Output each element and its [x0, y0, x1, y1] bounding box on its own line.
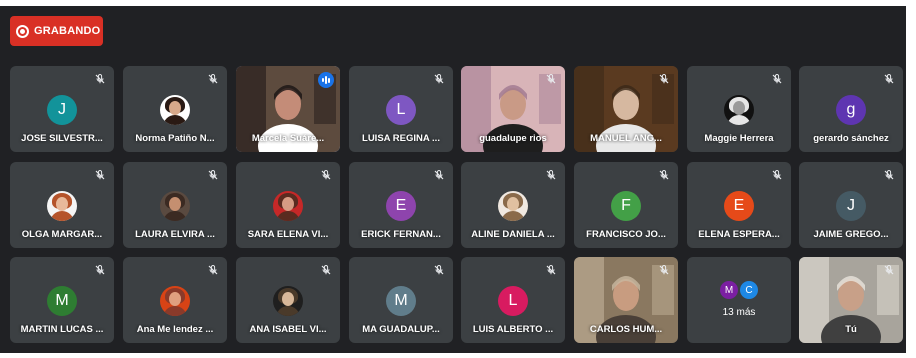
mic-off-icon — [207, 263, 219, 275]
participant-tile[interactable]: guadalupe rios — [461, 66, 565, 152]
mic-off-icon — [94, 263, 106, 275]
participant-tile[interactable]: ALINE DANIELA ... — [461, 162, 565, 248]
avatar-photo — [273, 191, 303, 221]
participant-name: Maggie Herrera — [704, 133, 774, 144]
participant-name: MANUEL ANG... — [590, 133, 662, 144]
avatar: g — [836, 95, 866, 125]
mic-off-icon — [320, 263, 332, 275]
mic-off-icon — [883, 263, 895, 275]
participant-tile[interactable]: J JOSE SILVESTR... — [10, 66, 114, 152]
participant-tile[interactable]: Norma Patiño N... — [123, 66, 227, 152]
avatar-photo — [160, 95, 190, 125]
mic-off-icon — [545, 263, 557, 275]
participant-name: FRANCISCO JO... — [586, 229, 666, 240]
mic-off-icon — [658, 168, 670, 180]
avatar: L — [386, 95, 416, 125]
mic-off-icon — [433, 168, 445, 180]
avatar: J — [47, 95, 77, 125]
mic-off-icon — [545, 168, 557, 180]
mic-off-icon — [658, 72, 670, 84]
avatar: L — [498, 286, 528, 316]
avatar-photo — [160, 191, 190, 221]
participant-tile[interactable]: M MA GUADALUP... — [349, 257, 453, 343]
participant-name: Marcela Suáre... — [251, 133, 325, 144]
mic-off-icon — [320, 168, 332, 180]
mic-off-icon — [94, 168, 106, 180]
avatar: E — [386, 191, 416, 221]
avatar-photo — [47, 191, 77, 221]
mic-off-icon — [545, 72, 557, 84]
participant-name: gerardo sánchez — [813, 133, 889, 144]
participant-name: MARTIN LUCAS ... — [20, 324, 104, 335]
avatar-photo — [273, 286, 303, 316]
participant-tile[interactable]: g gerardo sánchez — [799, 66, 903, 152]
participant-tile[interactable]: CARLOS HUM... — [574, 257, 678, 343]
participant-tile[interactable]: L LUISA REGINA ... — [349, 66, 453, 152]
participant-name: ELENA ESPERA... — [698, 229, 780, 240]
participant-tile[interactable]: Marcela Suáre... — [236, 66, 340, 152]
participant-name: Tú — [845, 324, 857, 335]
avatar: M — [47, 286, 77, 316]
avatar: M — [386, 286, 416, 316]
meeting-stage: GRABANDO J JOSE SILVESTR... Norma Patiño … — [0, 6, 906, 353]
participant-tile[interactable]: M MARTIN LUCAS ... — [10, 257, 114, 343]
participant-tile[interactable]: MANUEL ANG... — [574, 66, 678, 152]
mini-avatar: M — [720, 281, 738, 299]
mini-avatar: C — [740, 281, 758, 299]
participant-tile[interactable]: SARA ELENA VI... — [236, 162, 340, 248]
participant-tile[interactable]: E ERICK FERNAN... — [349, 162, 453, 248]
recording-badge[interactable]: GRABANDO — [10, 16, 103, 46]
participant-tile[interactable]: L LUIS ALBERTO ... — [461, 257, 565, 343]
participant-tile[interactable]: Maggie Herrera — [687, 66, 791, 152]
participant-name: LAURA ELVIRA ... — [135, 229, 215, 240]
participant-tile[interactable]: Tú — [799, 257, 903, 343]
participant-tile[interactable]: J JAIME GREGO... — [799, 162, 903, 248]
avatar-photo — [724, 95, 754, 125]
mic-off-icon — [433, 263, 445, 275]
participant-name: MA GUADALUP... — [362, 324, 440, 335]
participant-name: SARA ELENA VI... — [247, 229, 329, 240]
mic-off-icon — [771, 168, 783, 180]
participant-name: ANA ISABEL VI... — [249, 324, 327, 335]
record-icon — [16, 24, 29, 38]
participant-tile[interactable]: LAURA ELVIRA ... — [123, 162, 227, 248]
participant-name: LUIS ALBERTO ... — [472, 324, 554, 335]
participant-name: ERICK FERNAN... — [361, 229, 441, 240]
participant-name: guadalupe rios — [479, 133, 547, 144]
mic-off-icon — [207, 72, 219, 84]
participant-name: Ana Me lendez ... — [136, 324, 214, 335]
mic-off-icon — [883, 72, 895, 84]
participant-name: OLGA MARGAR... — [21, 229, 103, 240]
participant-name: Norma Patiño N... — [135, 133, 215, 144]
more-participants-tile[interactable]: M C 13 más — [687, 257, 791, 343]
participant-tile[interactable]: Ana Me lendez ... — [123, 257, 227, 343]
more-avatars: MC — [687, 281, 791, 299]
participant-tile[interactable]: F FRANCISCO JO... — [574, 162, 678, 248]
mic-off-icon — [433, 72, 445, 84]
avatar: E — [724, 191, 754, 221]
mic-off-icon — [883, 168, 895, 180]
participant-name: JAIME GREGO... — [813, 229, 889, 240]
mic-off-icon — [94, 72, 106, 84]
avatar: F — [611, 191, 641, 221]
participant-name: JOSE SILVESTR... — [21, 133, 103, 144]
participant-name: CARLOS HUM... — [589, 324, 663, 335]
participant-tile[interactable]: E ELENA ESPERA... — [687, 162, 791, 248]
more-count-label: 13 más — [722, 307, 756, 318]
avatar-photo — [498, 191, 528, 221]
avatar-photo — [160, 286, 190, 316]
speaking-indicator-icon — [318, 72, 334, 88]
mic-off-icon — [207, 168, 219, 180]
avatar: J — [836, 191, 866, 221]
participant-tile[interactable]: ANA ISABEL VI... — [236, 257, 340, 343]
mic-off-icon — [658, 263, 670, 275]
mic-off-icon — [771, 72, 783, 84]
participant-name: LUISA REGINA ... — [362, 133, 440, 144]
recording-label: GRABANDO — [34, 25, 101, 37]
participant-name: ALINE DANIELA ... — [471, 229, 555, 240]
participant-tile[interactable]: OLGA MARGAR... — [10, 162, 114, 248]
